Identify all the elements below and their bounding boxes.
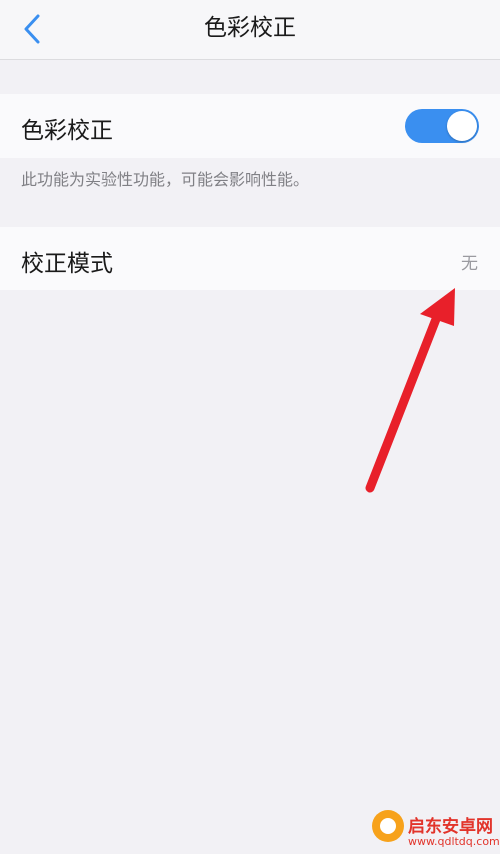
- watermark-logo-icon: [372, 810, 404, 842]
- correction-mode-value: 无: [461, 254, 478, 274]
- navigation-bar: 色彩校正: [0, 0, 500, 60]
- watermark-url: www.qdltdq.com: [408, 835, 500, 848]
- page-title: 色彩校正: [204, 15, 296, 41]
- watermark: 启东安卓网 www.qdltdq.com: [372, 806, 500, 854]
- arrow-shaft: [365, 309, 443, 493]
- red-arrow-annotation: [365, 288, 455, 493]
- arrow-head: [420, 288, 455, 326]
- correction-mode-row[interactable]: 校正模式 无: [0, 227, 500, 290]
- color-correction-label: 色彩校正: [21, 118, 113, 144]
- correction-mode-label: 校正模式: [21, 251, 113, 277]
- color-correction-toggle[interactable]: [405, 109, 479, 143]
- color-correction-row: 色彩校正: [0, 94, 500, 158]
- watermark-title: 启东安卓网: [408, 817, 493, 837]
- experimental-hint: 此功能为实验性功能，可能会影响性能。: [21, 170, 310, 189]
- toggle-knob: [447, 111, 477, 141]
